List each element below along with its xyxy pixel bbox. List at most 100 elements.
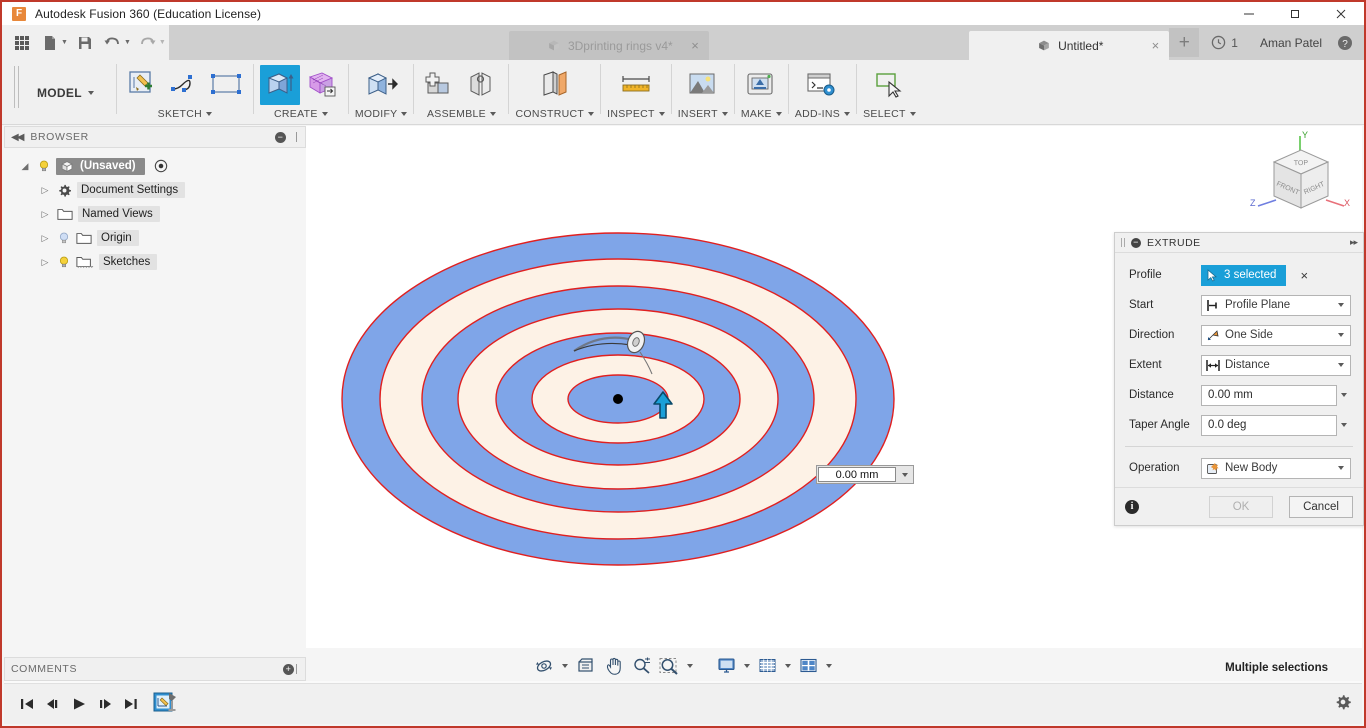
ribbon-group-label[interactable]: INSPECT <box>607 108 665 120</box>
profile-selection-chip[interactable]: 3 selected <box>1201 264 1287 286</box>
viewports-caret-icon[interactable] <box>824 664 835 668</box>
ribbon-group-label[interactable]: MODIFY <box>355 108 408 120</box>
expand-arrow-icon[interactable]: ▷ <box>38 209 52 220</box>
joint-icon[interactable] <box>462 65 502 105</box>
collapse-icon[interactable]: − <box>1131 237 1141 248</box>
cancel-button[interactable]: Cancel <box>1289 495 1353 518</box>
tree-item-origin[interactable]: ▷ Origin <box>4 226 306 250</box>
chevron-down-icon[interactable] <box>1337 393 1351 397</box>
notifications-button[interactable]: 1 <box>1199 35 1250 50</box>
maximize-icon[interactable] <box>1272 2 1318 25</box>
light-bulb-icon[interactable] <box>37 159 51 173</box>
ok-button[interactable]: OK <box>1209 495 1273 518</box>
save-icon[interactable] <box>71 29 99 57</box>
expand-arrow-icon[interactable]: ◢ <box>18 161 32 172</box>
expand-arrow-icon[interactable]: ▷ <box>38 233 52 244</box>
step-back-icon[interactable] <box>40 689 66 719</box>
distance-value[interactable]: 0.00 mm <box>818 467 896 482</box>
ribbon-group-label[interactable]: CREATE <box>274 108 328 120</box>
zoom-icon[interactable] <box>629 653 655 679</box>
chevron-down-icon[interactable] <box>1334 303 1347 307</box>
browser-collapse-icon[interactable]: − <box>275 131 286 143</box>
mesh-icon[interactable] <box>302 65 342 105</box>
go-to-end-icon[interactable] <box>118 689 144 719</box>
press-pull-icon[interactable] <box>361 65 401 105</box>
chevron-down-icon[interactable] <box>1334 466 1347 470</box>
redo-icon[interactable] <box>134 29 162 57</box>
new-document-caret-icon[interactable]: ▼ <box>61 39 68 46</box>
new-document-icon[interactable] <box>36 29 64 57</box>
ribbon-group-label[interactable]: SELECT <box>863 108 916 120</box>
rectangle-icon[interactable] <box>207 65 247 105</box>
grid-snaps-icon[interactable] <box>755 653 781 679</box>
extrude-dialog[interactable]: − EXTRUDE ▸▸ Profile 3 selected × Start … <box>1114 232 1364 526</box>
zoom-caret-icon[interactable] <box>685 664 696 668</box>
chevron-down-icon[interactable] <box>1337 423 1351 427</box>
ribbon-group-label[interactable]: INSERT <box>678 108 728 120</box>
collapse-left-icon[interactable]: ◀◀ <box>11 132 24 143</box>
tree-item-sketches[interactable]: ▷ Sketches <box>4 250 306 274</box>
new-tab-button[interactable]: + <box>1169 28 1200 57</box>
spline-icon[interactable] <box>165 65 205 105</box>
user-account-name[interactable]: Aman Patel <box>1250 36 1332 50</box>
display-settings-icon[interactable] <box>714 653 740 679</box>
view-cube[interactable]: Y Z X TOP FRONT RIGHT <box>1244 128 1354 228</box>
new-component-icon[interactable] <box>420 65 460 105</box>
extrude-icon[interactable] <box>259 65 300 105</box>
origin-point[interactable] <box>613 394 623 404</box>
orbit-icon[interactable] <box>532 653 558 679</box>
undo-caret-icon[interactable]: ▼ <box>124 39 131 46</box>
browser-resize-grip[interactable] <box>294 132 299 142</box>
select-icon[interactable] <box>869 65 909 105</box>
timeline-feature-sketch[interactable] <box>150 689 180 719</box>
measure-icon[interactable] <box>616 65 656 105</box>
create-sketch-icon[interactable] <box>123 65 163 105</box>
distance-input[interactable]: 0.00 mm <box>1201 384 1337 406</box>
tree-item-unsaved[interactable]: ◢ (Unsaved) <box>4 154 306 178</box>
chevron-down-icon[interactable] <box>1334 363 1347 367</box>
start-combobox[interactable]: Profile Plane <box>1201 294 1351 316</box>
info-icon[interactable]: i <box>1125 499 1139 514</box>
grid-apps-icon[interactable] <box>8 29 36 57</box>
look-at-icon[interactable] <box>573 653 599 679</box>
expand-arrow-icon[interactable]: ▷ <box>38 185 52 196</box>
workspace-switcher[interactable]: MODEL <box>19 60 116 125</box>
extrude-dialog-header[interactable]: − EXTRUDE ▸▸ <box>1115 233 1363 253</box>
ribbon-group-label[interactable]: ADD-INS <box>795 108 851 120</box>
close-icon[interactable] <box>1318 2 1364 25</box>
tab-3dprinting-rings[interactable]: 3Dprinting rings v4* × <box>508 31 709 60</box>
tab-close-icon[interactable]: × <box>691 38 699 53</box>
expand-arrow-icon[interactable]: ▷ <box>38 257 52 268</box>
minimize-icon[interactable] <box>1226 2 1272 25</box>
component-visibility-icon[interactable] <box>154 159 168 173</box>
expand-right-icon[interactable]: ▸▸ <box>1350 237 1358 248</box>
ribbon-group-label[interactable]: MAKE <box>741 108 782 120</box>
ribbon-group-label[interactable]: ASSEMBLE <box>427 108 496 120</box>
offset-plane-icon[interactable] <box>535 65 575 105</box>
play-icon[interactable] <box>66 689 92 719</box>
display-settings-caret-icon[interactable] <box>742 664 753 668</box>
ribbon-group-label[interactable]: CONSTRUCT <box>515 108 595 120</box>
chevron-down-icon[interactable] <box>1334 333 1347 337</box>
tree-item-named-views[interactable]: ▷ Named Views <box>4 202 306 226</box>
dialog-grip[interactable] <box>1121 238 1125 247</box>
zoom-window-icon[interactable] <box>657 653 683 679</box>
chevron-down-icon[interactable] <box>897 466 913 483</box>
comments-panel[interactable]: COMMENTS + <box>4 657 306 681</box>
light-bulb-icon[interactable] <box>57 255 71 269</box>
help-icon[interactable]: ? <box>1332 35 1358 51</box>
add-comment-icon[interactable]: + <box>283 663 294 675</box>
tree-item-document-settings[interactable]: ▷ Document Settings <box>4 178 306 202</box>
tab-close-icon[interactable]: × <box>1152 38 1160 53</box>
grid-snaps-caret-icon[interactable] <box>783 664 794 668</box>
scripts-addins-icon[interactable] <box>802 65 842 105</box>
canvas-distance-input[interactable]: 0.00 mm <box>816 465 914 484</box>
direction-combobox[interactable]: One Side <box>1201 324 1351 346</box>
insert-image-icon[interactable] <box>683 65 723 105</box>
undo-icon[interactable] <box>99 29 127 57</box>
step-forward-icon[interactable] <box>92 689 118 719</box>
3d-print-icon[interactable] <box>741 65 781 105</box>
extent-combobox[interactable]: Distance <box>1201 354 1351 376</box>
comments-resize-grip[interactable] <box>294 664 299 674</box>
ribbon-group-label[interactable]: SKETCH <box>158 108 213 120</box>
